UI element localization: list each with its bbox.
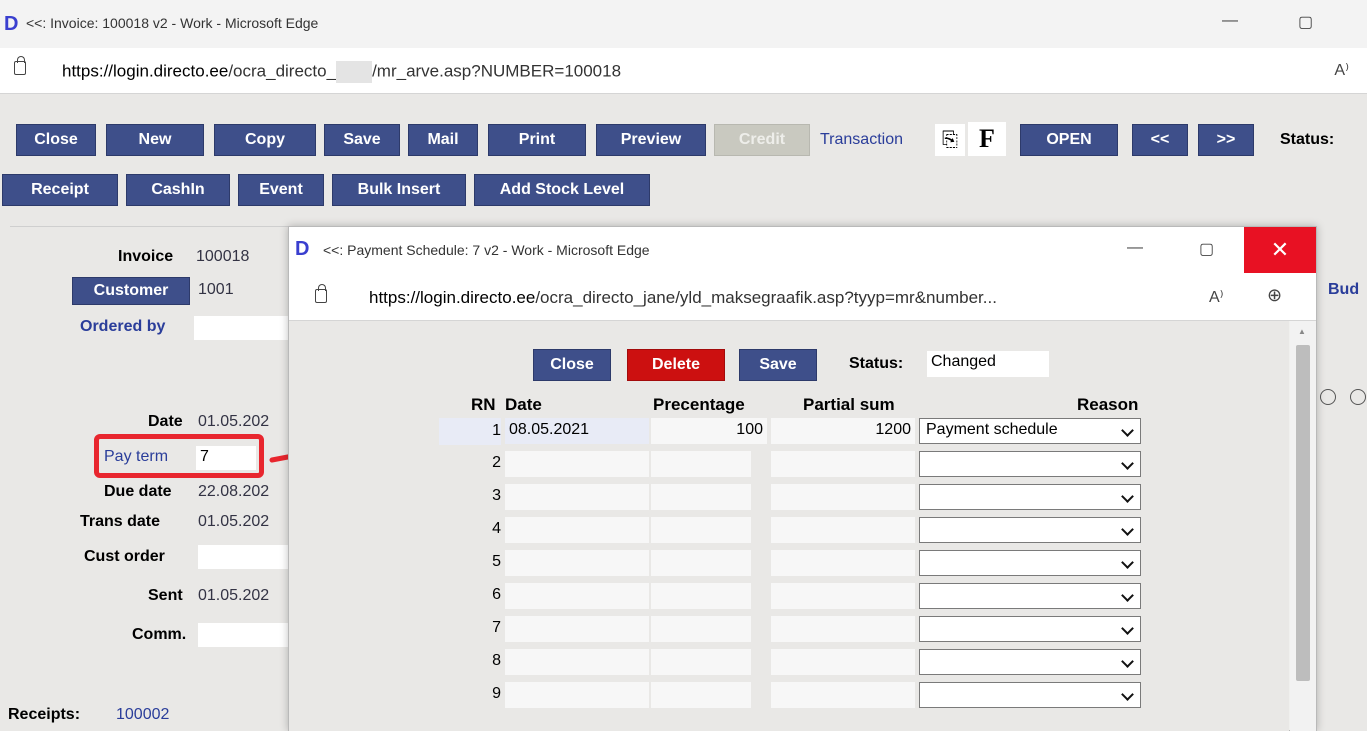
- chevron-down-icon: [1121, 457, 1134, 470]
- popup-close-button[interactable]: Close: [533, 349, 611, 381]
- partial-sum-cell[interactable]: [771, 583, 915, 609]
- partial-sum-cell[interactable]: [771, 517, 915, 543]
- reason-select[interactable]: [919, 550, 1141, 576]
- partial-sum-cell[interactable]: [771, 616, 915, 642]
- popup-address-bar[interactable]: https://login.directo.ee/ocra_directo_ja…: [289, 273, 1316, 321]
- popup-delete-button[interactable]: Delete: [627, 349, 725, 381]
- percentage-cell[interactable]: [651, 484, 751, 510]
- date-cell[interactable]: [505, 649, 649, 675]
- percentage-cell[interactable]: [651, 682, 751, 708]
- percentage-cell[interactable]: [651, 517, 751, 543]
- partial-sum-cell[interactable]: [771, 682, 915, 708]
- popup-title-bar: D <<: Payment Schedule: 7 v2 - Work - Mi…: [289, 227, 1316, 273]
- percentage-cell[interactable]: [651, 649, 751, 675]
- percentage-cell[interactable]: [651, 583, 751, 609]
- partial-sum-cell[interactable]: 1200: [771, 418, 915, 444]
- header-reason: Reason: [1077, 395, 1139, 414]
- partial-sum-cell[interactable]: [771, 550, 915, 576]
- popup-close-icon[interactable]: ✕: [1244, 227, 1316, 273]
- date-cell[interactable]: 08.05.2021: [505, 418, 649, 444]
- date-cell[interactable]: [505, 550, 649, 576]
- date-cell[interactable]: [505, 616, 649, 642]
- header-partial-sum: Partial sum: [803, 395, 895, 414]
- chevron-down-icon: [1121, 490, 1134, 503]
- row-number: 1: [492, 422, 501, 439]
- reason-select[interactable]: [919, 583, 1141, 609]
- date-cell[interactable]: [505, 451, 649, 477]
- row-number: 6: [492, 586, 501, 603]
- date-cell[interactable]: [505, 517, 649, 543]
- date-cell[interactable]: [505, 583, 649, 609]
- chevron-down-icon: [1121, 556, 1134, 569]
- reason-select[interactable]: [919, 649, 1141, 675]
- lock-icon: [315, 284, 327, 303]
- directo-logo-icon: D: [295, 238, 310, 260]
- popup-maximize-icon[interactable]: ▢: [1199, 239, 1214, 259]
- chevron-down-icon: [1121, 655, 1134, 668]
- reason-select[interactable]: [919, 682, 1141, 708]
- chevron-down-icon: [1121, 688, 1134, 701]
- header-rn: RN: [471, 395, 496, 414]
- zoom-icon[interactable]: ⊕: [1267, 285, 1282, 306]
- percentage-cell[interactable]: [651, 616, 751, 642]
- partial-sum-cell[interactable]: [771, 484, 915, 510]
- row-number: 3: [492, 487, 501, 504]
- chevron-down-icon: [1121, 424, 1134, 437]
- popup-window-title: <<: Payment Schedule: 7 v2 - Work - Micr…: [323, 242, 650, 258]
- popup-scrollbar[interactable]: ▲: [1290, 321, 1316, 731]
- header-date: Date: [505, 395, 542, 414]
- row-number: 5: [492, 553, 501, 570]
- reason-select[interactable]: Payment schedule: [919, 418, 1141, 444]
- date-cell[interactable]: [505, 484, 649, 510]
- reason-select[interactable]: [919, 484, 1141, 510]
- percentage-cell[interactable]: [651, 550, 751, 576]
- header-percentage: Precentage: [653, 395, 745, 414]
- popup-status-value: Changed: [927, 351, 1049, 377]
- read-aloud-icon[interactable]: A⁾: [1209, 287, 1224, 307]
- popup-address-url[interactable]: https://login.directo.ee/ocra_directo_ja…: [369, 288, 997, 308]
- reason-select[interactable]: [919, 517, 1141, 543]
- partial-sum-cell[interactable]: [771, 649, 915, 675]
- popup-minimize-icon[interactable]: —: [1127, 239, 1143, 257]
- date-cell[interactable]: [505, 682, 649, 708]
- reason-select[interactable]: [919, 451, 1141, 477]
- popup-save-button[interactable]: Save: [739, 349, 817, 381]
- percentage-cell[interactable]: [651, 451, 751, 477]
- scrollbar-thumb[interactable]: [1296, 345, 1310, 681]
- row-number: 8: [492, 652, 501, 669]
- scroll-up-icon[interactable]: ▲: [1298, 327, 1306, 336]
- row-number: 9: [492, 685, 501, 702]
- row-number: 4: [492, 520, 501, 537]
- chevron-down-icon: [1121, 589, 1134, 602]
- row-number: 2: [492, 454, 501, 471]
- payment-schedule-window: D <<: Payment Schedule: 7 v2 - Work - Mi…: [288, 226, 1317, 731]
- reason-select[interactable]: [919, 616, 1141, 642]
- chevron-down-icon: [1121, 523, 1134, 536]
- partial-sum-cell[interactable]: [771, 451, 915, 477]
- payment-schedule-content: Close Delete Save Status: Changed RN Dat…: [289, 321, 1289, 731]
- percentage-cell[interactable]: 100: [651, 418, 767, 444]
- row-number: 7: [492, 619, 501, 636]
- chevron-down-icon: [1121, 622, 1134, 635]
- popup-status-label: Status:: [849, 355, 904, 372]
